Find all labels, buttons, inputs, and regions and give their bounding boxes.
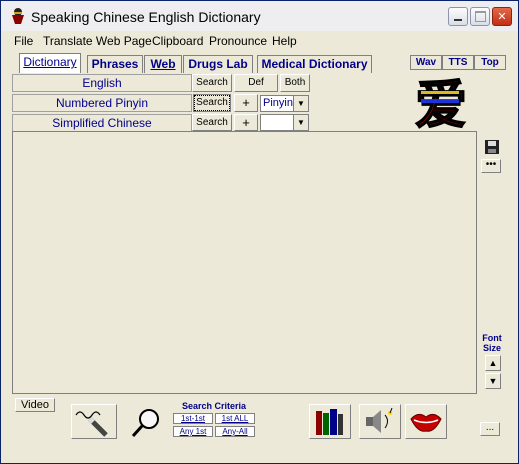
font-size-down-button[interactable]: ▼ xyxy=(485,373,501,389)
mouth-button[interactable] xyxy=(405,404,447,439)
magnifier-button[interactable] xyxy=(129,406,163,440)
font-size-label: Font Size xyxy=(482,333,502,353)
english-field[interactable]: English xyxy=(12,74,192,92)
criteria-any-1st-button[interactable]: Any 1st xyxy=(173,426,213,437)
love-character-icon: 爱 xyxy=(414,75,468,137)
tab-drugs-lab[interactable]: Drugs Lab xyxy=(183,55,253,73)
pinyin-mode-value: Pinyin xyxy=(263,97,293,109)
bottom-toolbar: Video Search Criteria 1st-1st 1st ALL An… xyxy=(1,396,518,463)
video-button[interactable]: Video xyxy=(15,398,55,412)
speaker-icon xyxy=(366,407,393,433)
bottom-more-button[interactable]: ... xyxy=(480,422,500,436)
search-criteria-title: Search Criteria xyxy=(181,401,247,411)
logo-character: 爱 xyxy=(411,73,471,137)
ellipsis-icon: ... xyxy=(485,422,495,433)
more-options-button[interactable]: ••• xyxy=(481,159,501,173)
books-icon xyxy=(316,409,343,435)
both-button[interactable]: Both xyxy=(280,74,310,92)
right-toolbar: ••• Font Size ▲ ▼ xyxy=(478,131,506,395)
title-bar: Speaking Chinese English Dictionary ✕ xyxy=(1,1,518,32)
tab-top[interactable]: Top xyxy=(474,55,506,70)
app-window: Speaking Chinese English Dictionary ✕ Fi… xyxy=(0,0,519,464)
simplified-chinese-field[interactable]: Simplified Chinese xyxy=(12,114,192,132)
close-button[interactable]: ✕ xyxy=(492,7,512,26)
results-text-area[interactable] xyxy=(12,131,477,394)
pinyin-search-button[interactable]: Search xyxy=(193,94,231,112)
handwriting-button[interactable] xyxy=(71,404,117,439)
maximize-button[interactable] xyxy=(470,7,490,26)
logo-char-text: 爱 xyxy=(415,76,467,131)
chevron-down-icon[interactable]: ▼ xyxy=(293,115,308,130)
tab-web[interactable]: Web xyxy=(144,55,182,73)
chevron-down-icon[interactable]: ▼ xyxy=(293,96,308,111)
chinese-plus-button[interactable]: + xyxy=(234,114,258,131)
minimize-icon xyxy=(454,18,462,21)
menu-clipboard[interactable]: Clipboard xyxy=(152,34,203,48)
magnifier-icon xyxy=(131,409,159,438)
maximize-icon xyxy=(474,11,486,22)
triangle-up-icon: ▲ xyxy=(488,358,498,368)
tab-phrases[interactable]: Phrases xyxy=(87,55,143,73)
def-button[interactable]: Def xyxy=(234,74,278,92)
menu-help[interactable]: Help xyxy=(272,34,297,48)
pen-writing-icon xyxy=(75,411,108,437)
chinese-mode-select[interactable]: ▼ xyxy=(260,114,309,131)
floppy-disk-icon xyxy=(485,140,499,154)
speaker-button[interactable] xyxy=(359,404,401,439)
books-button[interactable] xyxy=(309,404,351,439)
ellipsis-icon: ••• xyxy=(485,159,497,170)
tab-tts[interactable]: TTS xyxy=(442,55,474,70)
lips-icon xyxy=(410,413,442,432)
window-title: Speaking Chinese English Dictionary xyxy=(31,9,261,25)
english-search-button[interactable]: Search xyxy=(192,74,232,92)
chinese-search-button[interactable]: Search xyxy=(192,114,232,131)
criteria-1st-1st-button[interactable]: 1st-1st xyxy=(173,413,213,424)
pinyin-mode-select[interactable]: Pinyin ▼ xyxy=(260,95,309,112)
close-icon: ✕ xyxy=(497,10,507,23)
menu-file[interactable]: File xyxy=(14,34,33,48)
criteria-1st-all-button[interactable]: 1st ALL xyxy=(215,413,255,424)
criteria-any-all-button[interactable]: Any-All xyxy=(215,426,255,437)
pinyin-plus-button[interactable]: + xyxy=(234,94,258,112)
menu-translate-web-page[interactable]: Translate Web Page xyxy=(43,34,152,48)
tab-wav[interactable]: Wav xyxy=(410,55,442,70)
triangle-down-icon: ▼ xyxy=(488,376,498,386)
tab-dictionary[interactable]: Dictionary xyxy=(19,53,81,73)
numbered-pinyin-field[interactable]: Numbered Pinyin xyxy=(12,94,192,112)
tab-medical-dictionary[interactable]: Medical Dictionary xyxy=(257,55,372,73)
app-logo-icon xyxy=(12,8,24,24)
minimize-button[interactable] xyxy=(448,7,468,26)
save-button[interactable] xyxy=(484,139,500,155)
font-size-up-button[interactable]: ▲ xyxy=(485,355,501,371)
menu-bar: File Translate Web Page Clipboard Pronou… xyxy=(1,31,518,51)
menu-pronounce[interactable]: Pronounce xyxy=(209,34,267,48)
tab-bar: Dictionary Phrases Web Drugs Lab Medical… xyxy=(1,51,518,73)
